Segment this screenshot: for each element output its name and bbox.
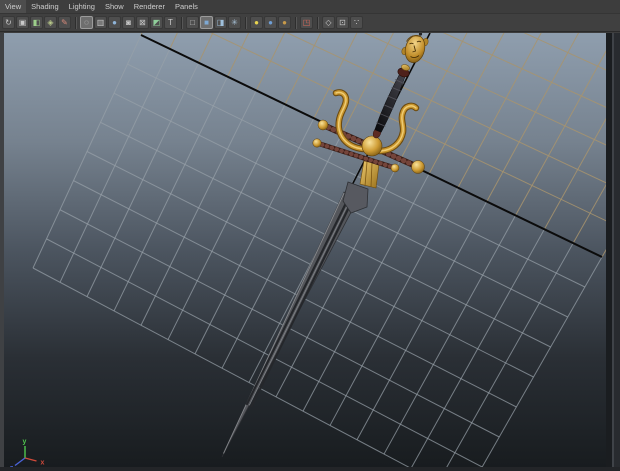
bounding-box-mode-icon[interactable]: ⊠ [136,16,149,29]
isolate-select-icon[interactable]: ◳ [300,16,313,29]
smooth-shade-mode-icon[interactable]: ▥ [94,16,107,29]
no-lights-icon[interactable]: ● [278,16,291,29]
flat-shade-mode-icon[interactable]: ◙ [122,16,135,29]
lock-camera-icon[interactable]: ▣ [16,16,29,29]
panel-border-right [606,33,620,471]
panel-border-bottom [0,467,620,471]
toolbar-separator [295,16,297,29]
hilt-center-sphere [361,135,383,157]
quillon-ball [317,119,329,131]
textured-cube-icon[interactable]: ◨ [214,16,227,29]
menu-shading[interactable]: Shading [26,0,64,13]
quillon-ball [312,138,322,148]
panel-menu-bar: View Shading Lighting Show Renderer Panels [0,0,620,14]
all-lights-icon[interactable]: ● [264,16,277,29]
shaded-sphere-mode-icon[interactable]: ● [108,16,121,29]
view-bookmarks-icon[interactable]: ◈ [44,16,57,29]
xray-mode-icon[interactable]: ◩ [150,16,163,29]
viewport-canvas[interactable] [4,33,606,467]
3d-viewport[interactable]: yxz persp [4,33,606,467]
copy-frame-icon[interactable]: ⊡ [336,16,349,29]
toolbar-separator [181,16,183,29]
share-nodes-icon[interactable]: ∵ [350,16,363,29]
gizmo-x-label: x [41,460,45,467]
menu-view[interactable]: View [0,0,27,13]
cube-outline-icon[interactable]: ◇ [322,16,335,29]
menu-lighting[interactable]: Lighting [64,0,100,13]
toolbar-separator [75,16,77,29]
toolbar-separator [245,16,247,29]
menu-renderer[interactable]: Renderer [129,0,170,13]
image-plane-icon[interactable]: ✎ [58,16,71,29]
textured-mode-icon[interactable]: T [164,16,177,29]
shaded-cube-icon[interactable]: ■ [200,16,213,29]
camera-attributes-icon[interactable]: ◧ [30,16,43,29]
quillon-ball [411,160,425,174]
menu-panels[interactable]: Panels [170,0,203,13]
maya-viewport-panel: View Shading Lighting Show Renderer Panels ↻ ▣… [0,0,620,471]
wireframe-mode-icon[interactable]: ◌ [80,16,93,29]
select-camera-icon[interactable]: ↻ [2,16,15,29]
gizmo-z-label: z [10,465,14,467]
default-lighting-icon[interactable]: ● [250,16,263,29]
gizmo-y-label: y [23,439,27,446]
default-material-icon[interactable]: ✳ [228,16,241,29]
toolbar-separator [317,16,319,29]
panel-toolbar: ↻ ▣ ◧ ◈ ✎ ◌ ▥ ● ◙ ⊠ ◩ T □ ■ ◨ ✳ ● ● ● ◳ ◇ ⊡ ∵ [0,14,620,32]
menu-show[interactable]: Show [100,0,129,13]
wireframe-cube-icon[interactable]: □ [186,16,199,29]
quillon-ball [390,163,400,173]
